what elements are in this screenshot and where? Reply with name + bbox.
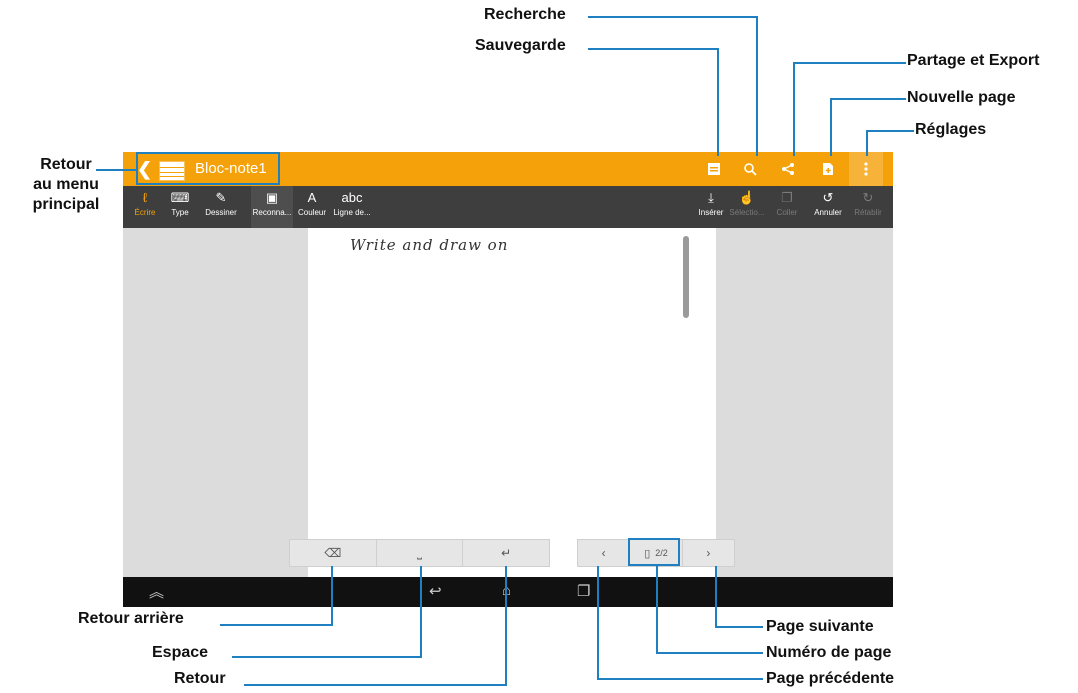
redo-icon: ↻ <box>862 190 874 205</box>
callout-retour-menu: Retour au menu principal <box>32 156 100 213</box>
type-tool[interactable]: ⌨ Type <box>165 186 195 228</box>
leader-line <box>331 566 333 626</box>
leader-line <box>715 626 763 628</box>
title-highlight <box>136 152 280 185</box>
color-tool[interactable]: A Couleur <box>295 186 329 228</box>
callout-sauvegarde: Sauvegarde <box>475 37 566 54</box>
brush-icon: ✎ <box>215 190 227 205</box>
insert-icon: ⤓ <box>708 190 714 205</box>
collapse-icon[interactable]: ︽ <box>149 581 164 602</box>
leader-line <box>830 98 906 100</box>
leader-line <box>793 62 795 156</box>
input-keys-bar: ⌫ ⎵ ↵ <box>289 539 550 567</box>
leader-line <box>656 652 763 654</box>
back-icon[interactable]: ↩ <box>429 582 442 600</box>
recent-apps-icon[interactable]: ❐ <box>577 582 590 600</box>
draw-tool[interactable]: ✎ Dessiner <box>201 186 241 228</box>
page-number-highlight <box>628 538 680 566</box>
next-page-button[interactable]: › <box>683 540 734 566</box>
leader-line <box>656 566 658 654</box>
callout-nouvelle-page: Nouvelle page <box>907 89 1016 106</box>
app-screen: ❮ Bloc-note1 ℓÉcrire ⌨Type ✎Dessiner <box>123 152 893 607</box>
color-pen-icon: A <box>307 190 317 205</box>
leader-line <box>232 656 422 658</box>
leader-line <box>96 169 136 171</box>
leader-line <box>866 130 914 132</box>
handwriting-text: Write and draw on <box>350 236 509 254</box>
keyboard-icon: ⌨ <box>170 190 190 205</box>
previous-page-button[interactable]: ‹ <box>578 540 631 566</box>
leader-line <box>830 98 832 156</box>
callout-numero-page: Numéro de page <box>766 644 892 661</box>
system-nav-bar: ︽ ↩ ⌂ ❐ <box>123 577 893 607</box>
enter-key[interactable]: ↵ <box>463 540 549 566</box>
line-icon: abc <box>341 190 363 205</box>
recognition-icon: ▣ <box>265 190 279 205</box>
line-tool[interactable]: abc Ligne de... <box>331 186 373 228</box>
leader-line <box>505 566 507 686</box>
leader-line <box>717 48 719 156</box>
select-icon: ☝ <box>738 190 756 205</box>
recognition-tool[interactable]: ▣ Reconna... <box>251 186 293 228</box>
new-page-icon[interactable] <box>811 152 845 186</box>
search-icon[interactable] <box>733 152 767 186</box>
settings-icon[interactable] <box>849 152 883 186</box>
select-tool[interactable]: ☝ Sélectio... <box>729 186 765 228</box>
paste-tool[interactable]: ❐ Coller <box>769 186 805 228</box>
callout-retour-arriere: Retour arrière <box>78 610 184 627</box>
pen-icon: ℓ <box>142 190 148 205</box>
leader-line <box>715 566 717 628</box>
undo-icon: ↺ <box>822 190 834 205</box>
paste-icon: ❐ <box>781 190 793 205</box>
leader-line <box>793 62 906 64</box>
leader-line <box>220 624 333 626</box>
leader-line <box>244 684 507 686</box>
leader-line <box>597 678 763 680</box>
callout-recherche: Recherche <box>484 6 566 23</box>
tools-toolbar: ℓ Écrire ⌨ Type ✎ Dessiner ▣ Reconna... A Cou… <box>123 186 893 228</box>
write-tool[interactable]: ℓ Écrire <box>131 186 159 228</box>
callout-page-precedente: Page précédente <box>766 670 895 687</box>
callout-retour: Retour <box>174 670 226 687</box>
space-key[interactable]: ⎵ <box>377 540 464 566</box>
share-icon[interactable] <box>771 152 805 186</box>
leader-line <box>588 48 719 50</box>
scrollbar[interactable] <box>683 236 689 318</box>
save-icon[interactable] <box>697 152 731 186</box>
callout-reglages: Réglages <box>915 121 987 138</box>
redo-tool[interactable]: ↻ Rétablir <box>849 186 887 228</box>
callout-espace: Espace <box>152 644 209 661</box>
backspace-key[interactable]: ⌫ <box>290 540 377 566</box>
callout-page-suivante: Page suivante <box>766 618 874 635</box>
callout-partage: Partage et Export <box>907 52 1040 69</box>
insert-tool[interactable]: ⤓ Insérer <box>693 186 729 228</box>
leader-line <box>756 16 758 156</box>
note-page[interactable]: Write and draw on <box>308 228 716 579</box>
leader-line <box>866 130 868 156</box>
leader-line <box>588 16 758 18</box>
leader-line <box>420 566 422 658</box>
undo-tool[interactable]: ↺ Annuler <box>809 186 847 228</box>
leader-line <box>597 566 599 680</box>
